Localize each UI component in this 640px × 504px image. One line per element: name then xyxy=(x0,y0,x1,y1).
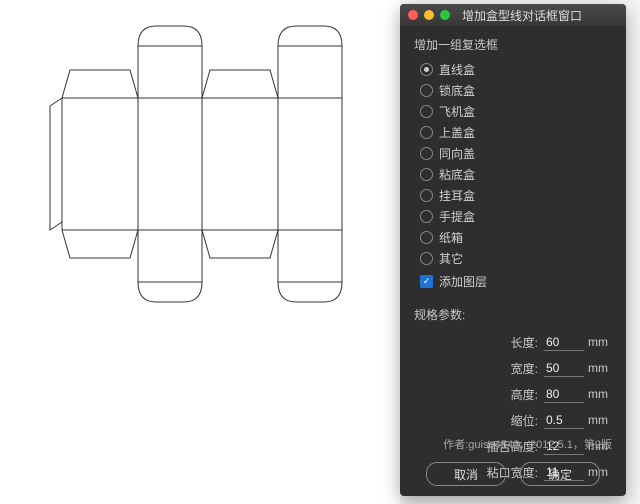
box-type-option[interactable]: 上盖盒 xyxy=(420,122,612,143)
radio-icon xyxy=(420,63,433,76)
radio-icon xyxy=(420,84,433,97)
box-type-option[interactable]: 同向盖 xyxy=(420,143,612,164)
radio-icon xyxy=(420,252,433,265)
box-net-drawing xyxy=(42,18,372,378)
radio-icon xyxy=(420,126,433,139)
radio-icon xyxy=(420,189,433,202)
box-type-options: 直线盒锁底盒飞机盒上盖盒同向盖粘底盒挂耳盒手提盒纸箱其它 xyxy=(420,59,612,269)
radio-icon xyxy=(420,210,433,223)
param-row: 高度: mm xyxy=(414,381,612,407)
param-unit: mm xyxy=(588,335,612,349)
param-label: 长度: xyxy=(511,334,538,351)
param-input[interactable] xyxy=(544,334,584,351)
author-text: 作者:guise4543，2012.5.1，第2版 xyxy=(414,436,612,452)
canvas-area xyxy=(0,0,400,504)
option-label: 其它 xyxy=(439,250,463,267)
dialog-title: 增加盒型线对话框窗口 xyxy=(458,7,626,24)
option-label: 上盖盒 xyxy=(439,124,475,141)
param-label: 宽度: xyxy=(511,360,538,377)
cancel-button[interactable]: 取消 xyxy=(426,462,506,486)
box-type-option[interactable]: 挂耳盒 xyxy=(420,185,612,206)
zoom-icon[interactable] xyxy=(440,10,450,20)
param-input[interactable] xyxy=(544,412,584,429)
params-label: 规格参数: xyxy=(414,306,612,323)
param-unit: mm xyxy=(588,387,612,401)
param-input[interactable] xyxy=(544,360,584,377)
add-layer-checkbox[interactable]: ✓ 添加图层 xyxy=(420,271,612,292)
checkbox-icon: ✓ xyxy=(420,275,433,288)
titlebar[interactable]: 增加盒型线对话框窗口 xyxy=(400,4,626,26)
radio-icon xyxy=(420,231,433,244)
box-type-option[interactable]: 其它 xyxy=(420,248,612,269)
box-type-option[interactable]: 手提盒 xyxy=(420,206,612,227)
param-input[interactable] xyxy=(544,386,584,403)
group-label: 增加一组复选框 xyxy=(414,36,612,53)
option-label: 飞机盒 xyxy=(439,103,475,120)
minimize-icon[interactable] xyxy=(424,10,434,20)
traffic-lights xyxy=(400,10,458,20)
option-label: 挂耳盒 xyxy=(439,187,475,204)
box-type-option[interactable]: 飞机盒 xyxy=(420,101,612,122)
param-unit: mm xyxy=(588,361,612,375)
ok-button[interactable]: 确定 xyxy=(520,462,600,486)
box-type-option[interactable]: 纸箱 xyxy=(420,227,612,248)
close-icon[interactable] xyxy=(408,10,418,20)
box-type-option[interactable]: 锁底盒 xyxy=(420,80,612,101)
box-type-option[interactable]: 直线盒 xyxy=(420,59,612,80)
box-type-option[interactable]: 粘底盒 xyxy=(420,164,612,185)
option-label: 手提盒 xyxy=(439,208,475,225)
option-label: 直线盒 xyxy=(439,61,475,78)
radio-icon xyxy=(420,168,433,181)
radio-icon xyxy=(420,105,433,118)
dialog-window: 增加盒型线对话框窗口 增加一组复选框 直线盒锁底盒飞机盒上盖盒同向盖粘底盒挂耳盒… xyxy=(400,4,626,496)
option-label: 纸箱 xyxy=(439,229,463,246)
param-row: 长度: mm xyxy=(414,329,612,355)
add-layer-label: 添加图层 xyxy=(439,273,487,290)
param-row: 宽度: mm xyxy=(414,355,612,381)
param-label: 缩位: xyxy=(511,412,538,429)
option-label: 粘底盒 xyxy=(439,166,475,183)
param-label: 高度: xyxy=(511,386,538,403)
option-label: 锁底盒 xyxy=(439,82,475,99)
param-row: 缩位: mm xyxy=(414,407,612,433)
param-unit: mm xyxy=(588,413,612,427)
option-label: 同向盖 xyxy=(439,145,475,162)
radio-icon xyxy=(420,147,433,160)
